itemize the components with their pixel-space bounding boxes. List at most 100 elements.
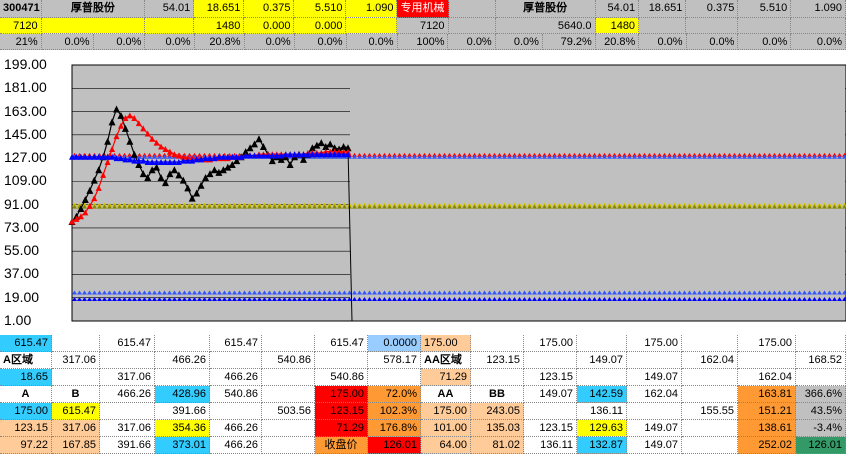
table-cell[interactable] [155,335,210,352]
table-cell[interactable]: 163.81 [738,386,796,403]
table-cell[interactable] [738,18,792,34]
table-cell[interactable]: 175.00 [0,403,52,420]
table-cell[interactable] [100,352,155,369]
table-cell[interactable] [368,369,421,386]
table-cell[interactable]: 0.0% [346,34,398,50]
table-cell[interactable]: 0.375 [686,0,739,18]
table-cell[interactable]: 123.15 [524,369,577,386]
table-cell[interactable]: 1480 [595,18,640,34]
table-cell[interactable]: 391.66 [100,437,155,454]
table-cell[interactable] [627,403,682,420]
table-cell[interactable]: 0.0% [495,34,543,50]
table-cell[interactable]: 0.0% [686,34,739,50]
table-cell[interactable]: 0.0% [294,34,347,50]
table-cell[interactable] [448,18,496,34]
table-cell[interactable]: 0.0% [145,34,195,50]
table-cell[interactable] [262,369,315,386]
table-cell[interactable] [145,18,195,34]
table-cell[interactable]: 175.00 [738,335,796,352]
table-cell[interactable] [262,386,315,403]
table-cell[interactable] [686,18,739,34]
table-cell[interactable]: 317.06 [100,369,155,386]
table-cell[interactable]: 317.06 [52,352,100,369]
table-cell[interactable] [796,335,846,352]
table-cell[interactable]: 391.66 [155,403,210,420]
table-cell[interactable]: 0.0% [244,34,295,50]
table-cell[interactable] [471,369,524,386]
table-cell[interactable]: 175.00 [421,403,471,420]
table-cell[interactable]: 466.26 [210,369,262,386]
table-cell[interactable]: 0.0% [791,34,846,50]
table-cell[interactable] [639,18,687,34]
table-cell[interactable] [524,352,577,369]
table-cell[interactable]: 7120 [0,18,42,34]
table-cell[interactable] [524,403,577,420]
table-cell[interactable]: 0.375 [244,0,295,18]
table-cell[interactable]: 64.00 [421,437,471,454]
table-cell[interactable]: 101.00 [421,420,471,437]
table-cell[interactable] [262,437,315,454]
table-cell[interactable] [682,386,738,403]
table-cell[interactable]: 175.00 [627,335,682,352]
table-cell[interactable]: 149.07 [577,352,627,369]
table-cell[interactable]: 175.00 [315,386,368,403]
table-cell[interactable]: 149.07 [524,386,577,403]
table-cell[interactable]: 162.04 [627,386,682,403]
table-cell[interactable]: 123.15 [524,420,577,437]
table-cell[interactable]: 54.01 [145,0,195,18]
table-cell[interactable]: 收盘价 [315,437,368,454]
table-cell[interactable]: 43.5% [796,403,846,420]
table-cell[interactable]: 72.0% [368,386,421,403]
table-cell[interactable]: 540.86 [210,386,262,403]
table-cell[interactable]: 81.02 [471,437,524,454]
table-cell[interactable]: 466.26 [155,352,210,369]
table-cell[interactable] [627,352,682,369]
table-cell[interactable]: 135.03 [471,420,524,437]
table-cell[interactable]: 168.52 [796,352,846,369]
table-cell[interactable]: 149.07 [627,437,682,454]
table-cell[interactable]: 243.05 [471,403,524,420]
table-cell[interactable]: 317.06 [52,420,100,437]
table-cell[interactable]: 428.96 [155,386,210,403]
table-cell[interactable] [262,335,315,352]
table-cell[interactable]: 5.510 [294,0,347,18]
table-cell[interactable]: 162.04 [682,352,738,369]
table-cell[interactable]: 317.06 [100,420,155,437]
table-cell[interactable]: AA [421,386,471,403]
table-cell[interactable] [682,420,738,437]
table-cell[interactable] [315,352,368,369]
table-cell[interactable]: 151.21 [738,403,796,420]
table-cell[interactable] [52,335,100,352]
table-cell[interactable]: 615.47 [210,335,262,352]
table-cell[interactable] [738,352,796,369]
table-cell[interactable]: 615.47 [0,335,52,352]
table-cell[interactable]: 20.8% [194,34,245,50]
table-cell[interactable]: 149.07 [627,369,682,386]
table-cell[interactable] [791,18,846,34]
table-cell[interactable] [682,369,738,386]
table-cell[interactable]: 155.55 [682,403,738,420]
table-cell[interactable]: 18.651 [194,0,245,18]
table-cell[interactable]: 71.29 [421,369,471,386]
table-cell[interactable]: 71.29 [315,420,368,437]
table-cell[interactable]: 176.8% [368,420,421,437]
table-cell[interactable]: 466.26 [210,420,262,437]
table-cell[interactable]: 0.0% [93,34,146,50]
table-cell[interactable]: 1.090 [346,0,398,18]
table-cell[interactable]: B [52,386,100,403]
table-cell[interactable]: 0.0% [639,34,687,50]
table-cell[interactable]: 5.510 [738,0,792,18]
table-cell[interactable]: 123.15 [0,420,52,437]
table-cell[interactable]: 540.86 [262,352,315,369]
table-cell[interactable]: 1.090 [791,0,846,18]
table-cell[interactable] [682,335,738,352]
table-cell[interactable]: 466.26 [210,437,262,454]
table-cell[interactable]: 149.07 [627,420,682,437]
table-cell[interactable] [682,437,738,454]
table-cell[interactable]: 54.01 [595,0,640,18]
table-cell[interactable]: 102.3% [368,403,421,420]
table-cell[interactable]: 126.01 [368,437,421,454]
table-cell[interactable]: 厚普股份 [41,0,146,18]
table-cell[interactable] [796,369,846,386]
table-cell[interactable]: 5640.0 [495,18,596,34]
